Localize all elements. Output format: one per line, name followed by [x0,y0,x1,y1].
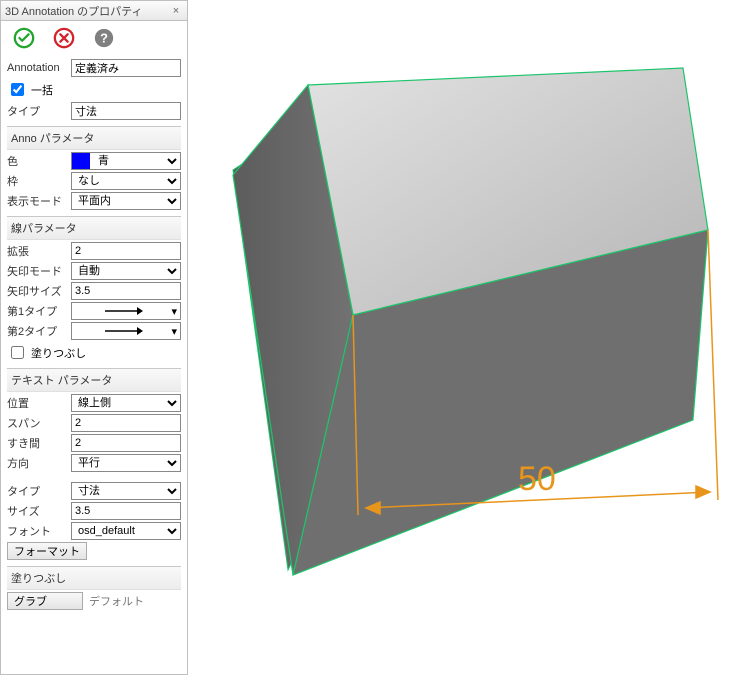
font-select[interactable]: osd_default [71,522,181,540]
close-icon[interactable]: × [169,4,183,18]
dir-label: 方向 [7,455,65,471]
t-type-label: タイプ [7,483,65,499]
font-label: フォント [7,523,65,539]
gap-label: すき間 [7,435,65,451]
fill-checkbox[interactable] [11,346,24,359]
grab-button[interactable]: グラブ [7,592,83,610]
properties-panel: 3D Annotation のプロパティ × ? Annotation 定義済み… [0,0,188,675]
arrowsize-label: 矢印サイズ [7,283,65,299]
span-label: スパン [7,415,65,431]
svg-text:?: ? [100,31,108,46]
help-icon[interactable]: ? [93,27,115,49]
panel-title-bar: 3D Annotation のプロパティ × [1,1,187,21]
type-label: タイプ [7,103,65,119]
gap-input[interactable] [71,434,181,452]
batch-checkbox[interactable] [11,83,24,96]
line-fill-label: 塗りつぶし [31,345,86,361]
panel-title: 3D Annotation のプロパティ [5,3,165,19]
annotation-value: 定義済み [71,59,181,77]
fill-head: 塗りつぶし [7,566,181,590]
frame-select[interactable]: なし [71,172,181,190]
arrow-right-icon [75,306,171,316]
action-row: ? [1,21,187,55]
type1-select[interactable]: ▾ [71,302,181,320]
t-size-input[interactable] [71,502,181,520]
frame-label: 枠 [7,173,65,189]
ok-icon[interactable] [13,27,35,49]
panel-content: Annotation 定義済み 一括 タイプ 寸法 Anno パラメータ 色 青… [1,55,187,618]
t-type-select[interactable]: 寸法 [71,482,181,500]
chevron-down-icon: ▾ [171,305,177,318]
viewport-3d[interactable]: 50 [188,0,740,675]
dispmode-select[interactable]: 平面内 [71,192,181,210]
arrow-right-icon [75,326,171,336]
t-size-label: サイズ [7,503,65,519]
type-value: 寸法 [71,102,181,120]
format-button[interactable]: フォーマット [7,542,87,560]
color-select[interactable]: 青 [71,152,181,170]
color-label: 色 [7,153,65,169]
annotation-label: Annotation [7,62,65,74]
pos-label: 位置 [7,395,65,411]
dispmode-label: 表示モード [7,193,65,209]
pos-select[interactable]: 線上側 [71,394,181,412]
default-label: デフォルト [89,593,144,609]
arrowsize-input[interactable] [71,282,181,300]
ext-input[interactable] [71,242,181,260]
batch-label: 一括 [31,82,53,98]
type2-select[interactable]: ▾ [71,322,181,340]
span-input[interactable] [71,414,181,432]
chevron-down-icon: ▾ [171,325,177,338]
type1-label: 第1タイプ [7,303,65,319]
arrowmode-label: 矢印モード [7,263,65,279]
anno-params-head: Anno パラメータ [7,126,181,150]
line-params-head: 線パラメータ [7,216,181,240]
cancel-icon[interactable] [53,27,75,49]
arrowmode-select[interactable]: 自動 [71,262,181,280]
dimension-text: 50 [518,460,556,498]
dir-select[interactable]: 平行 [71,454,181,472]
text-params-head: テキスト パラメータ [7,368,181,392]
type2-label: 第2タイプ [7,323,65,339]
ext-label: 拡張 [7,243,65,259]
